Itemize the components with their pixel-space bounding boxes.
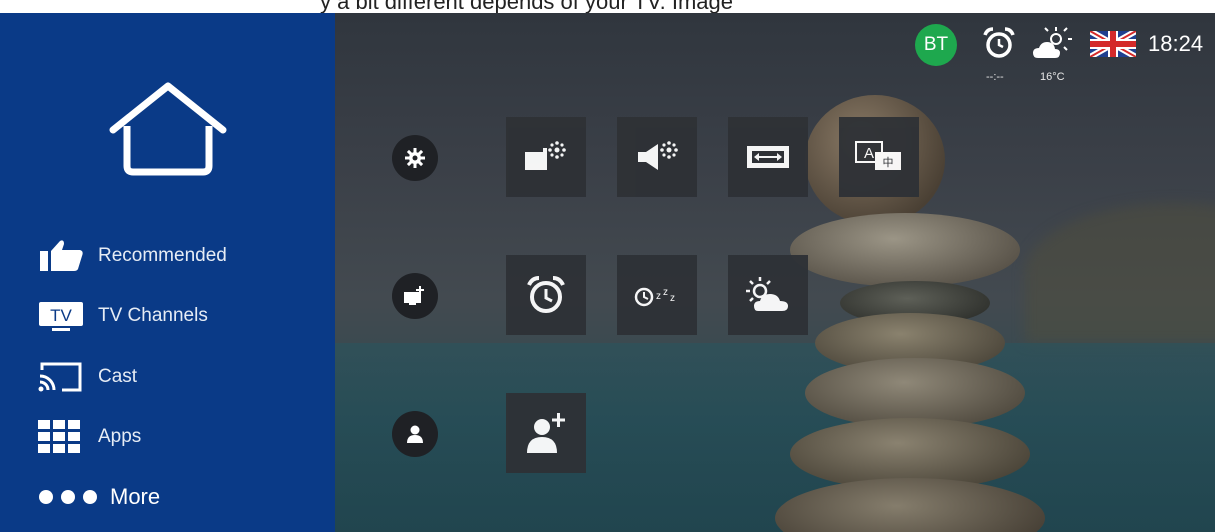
settings-icon (405, 148, 425, 168)
tile-picture-settings[interactable] (506, 117, 586, 197)
sidebar-item-label: Apps (98, 426, 142, 447)
aspect-ratio-icon (747, 146, 789, 168)
svg-text:z: z (663, 287, 668, 298)
tile-sleep-timer[interactable]: z z z (617, 255, 697, 335)
alarm-status-icon[interactable] (982, 26, 1016, 60)
sidebar-item-label: More (110, 484, 161, 509)
sidebar-item-label: Recommended (98, 245, 227, 266)
alarm-time: --:-- (986, 71, 1004, 83)
sidebar-item-label: Cast (98, 366, 138, 387)
sidebar-item-recommended[interactable]: Recommended (38, 236, 318, 276)
sidebar-item-tv-channels[interactable]: TV TV Channels (38, 296, 318, 336)
category-accounts[interactable] (392, 411, 438, 457)
uk-flag-icon[interactable] (1090, 31, 1136, 57)
screen-add-icon (404, 286, 424, 305)
thumbs-up-icon (38, 238, 88, 274)
sidebar: Recommended TV TV Channels Cast Apps Mor… (0, 13, 335, 532)
home-icon[interactable] (105, 78, 231, 178)
add-user-icon (527, 413, 565, 453)
cast-icon (38, 359, 88, 395)
sleep-timer-icon: z z z (634, 287, 675, 307)
weather-icon (746, 277, 788, 311)
tile-alarm[interactable] (506, 255, 586, 335)
user-icon (407, 425, 423, 443)
language-icon: A 中 (855, 141, 901, 170)
tile-weather[interactable] (728, 255, 808, 335)
category-devices[interactable] (392, 273, 438, 319)
alarm-icon (527, 276, 565, 313)
weather-temperature: 16°C (1040, 71, 1065, 83)
caption-strip: y a bit different depends of your TV. Im… (0, 0, 1215, 13)
tv-home-screen: Recommended TV TV Channels Cast Apps Mor… (0, 13, 1215, 532)
tv-icon: TV (38, 298, 88, 334)
tile-sound-settings[interactable] (617, 117, 697, 197)
tile-language[interactable]: A 中 (839, 117, 919, 197)
profile-avatar[interactable]: BT (915, 24, 957, 66)
tile-add-user[interactable] (506, 393, 586, 473)
sidebar-item-more[interactable]: More (38, 477, 318, 517)
caption-text: y a bit different depends of your TV. Im… (320, 0, 733, 13)
svg-text:A: A (864, 145, 874, 162)
sidebar-item-apps[interactable]: Apps (38, 417, 318, 457)
svg-text:z: z (656, 291, 661, 302)
sidebar-item-label: TV Channels (98, 305, 208, 326)
apps-grid-icon (38, 419, 88, 455)
sidebar-item-cast[interactable]: Cast (38, 357, 318, 397)
more-dots-icon (38, 479, 100, 515)
tile-aspect-ratio[interactable] (728, 117, 808, 197)
profile-initials: BT (923, 34, 949, 55)
weather-status-icon[interactable] (1032, 26, 1074, 60)
picture-settings-icon (525, 141, 566, 170)
svg-text:中: 中 (883, 156, 894, 169)
svg-text:z: z (670, 293, 675, 304)
category-settings[interactable] (392, 135, 438, 181)
svg-text:TV: TV (50, 306, 72, 325)
sound-settings-icon (638, 141, 678, 170)
clock: 18:24 (1148, 31, 1204, 56)
